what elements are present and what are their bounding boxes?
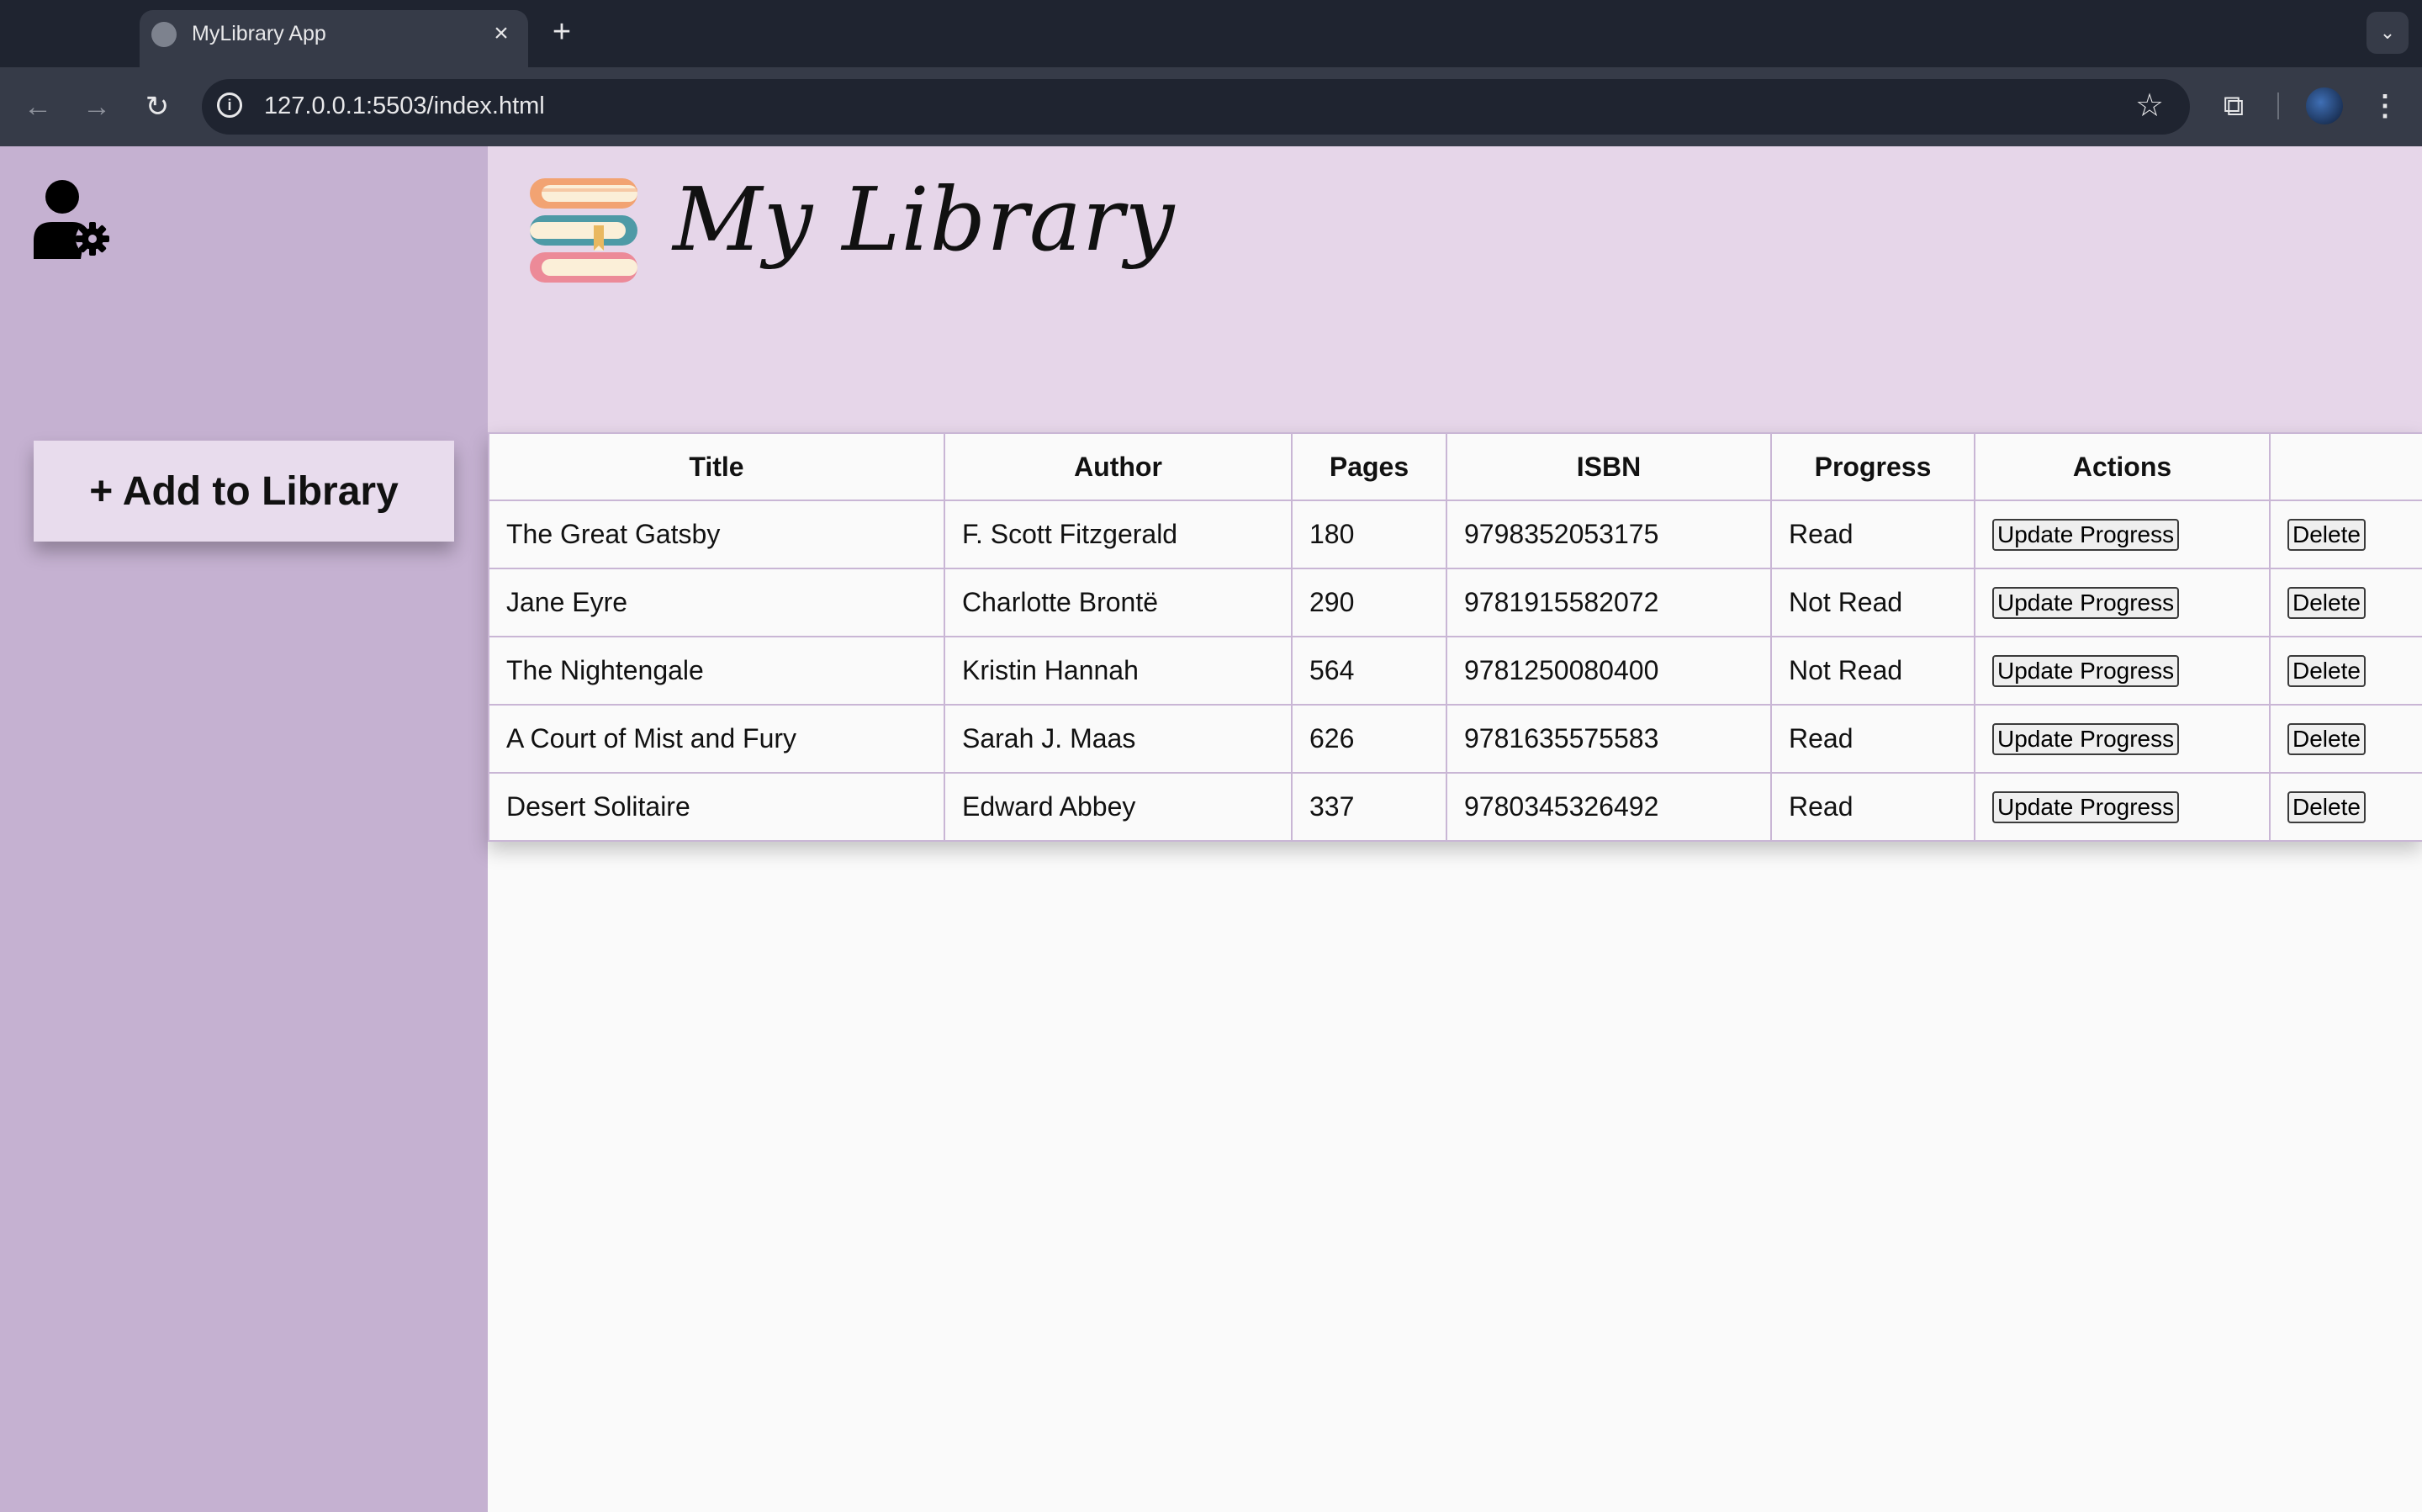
page-title: My Library <box>673 168 1176 271</box>
column-header-pages: Pages <box>1291 432 1447 501</box>
column-header-progress: Progress <box>1770 432 1975 501</box>
column-header-isbn: ISBN <box>1446 432 1772 501</box>
table-header-row: Title Author Pages ISBN Progress Actions <box>488 432 2422 501</box>
book-pages: 564 <box>1291 636 1447 706</box>
delete-cell: Delete <box>2269 636 2422 706</box>
book-title: The Nightengale <box>488 636 945 706</box>
column-header-delete <box>2269 432 2422 501</box>
book-author: F. Scott Fitzgerald <box>944 500 1293 569</box>
book-progress: Read <box>1770 704 1975 774</box>
extensions-icon[interactable]: ⧉ <box>2215 87 2252 124</box>
site-info-icon[interactable]: i <box>217 93 242 118</box>
book-progress: Not Read <box>1770 636 1975 706</box>
book-title: Desert Solitaire <box>488 772 945 842</box>
reload-icon[interactable]: ↻ <box>136 86 178 128</box>
delete-button[interactable]: Delete <box>2287 723 2366 755</box>
book-pages: 180 <box>1291 500 1447 569</box>
table-row: The Great Gatsby F. Scott Fitzgerald 180… <box>488 500 2422 569</box>
column-header-author: Author <box>944 432 1293 501</box>
menu-kebab-icon[interactable]: ⋮ <box>2368 87 2402 124</box>
book-pages: 290 <box>1291 568 1447 637</box>
column-header-actions: Actions <box>1974 432 2271 501</box>
table-row: A Court of Mist and Fury Sarah J. Maas 6… <box>488 704 2422 774</box>
delete-button[interactable]: Delete <box>2287 519 2366 551</box>
table-row: Jane Eyre Charlotte Brontë 290 978191558… <box>488 568 2422 637</box>
update-progress-button[interactable]: Update Progress <box>1992 655 2180 687</box>
actions-cell: Update Progress <box>1974 704 2271 774</box>
book-isbn: 9798352053175 <box>1446 500 1772 569</box>
book-title: A Court of Mist and Fury <box>488 704 945 774</box>
book-title: Jane Eyre <box>488 568 945 637</box>
bookmark-star-icon[interactable]: ☆ <box>2131 87 2168 124</box>
actions-cell: Update Progress <box>1974 500 2271 569</box>
forward-arrow-icon[interactable]: → <box>76 86 118 128</box>
user-settings-icon[interactable] <box>30 178 114 262</box>
book-pages: 337 <box>1291 772 1447 842</box>
add-to-library-button[interactable]: + Add to Library <box>34 441 454 542</box>
book-author: Charlotte Brontë <box>944 568 1293 637</box>
sidebar <box>0 146 488 1512</box>
book-progress: Read <box>1770 772 1975 842</box>
book-isbn: 9781250080400 <box>1446 636 1772 706</box>
delete-button[interactable]: Delete <box>2287 791 2366 823</box>
profile-avatar[interactable] <box>2306 87 2343 124</box>
book-isbn: 9781915582072 <box>1446 568 1772 637</box>
library-table-container: Title Author Pages ISBN Progress Actions… <box>488 432 2422 842</box>
tab-search-dropdown-icon[interactable]: ⌄ <box>2366 12 2409 54</box>
actions-cell: Update Progress <box>1974 568 2271 637</box>
table-row: Desert Solitaire Edward Abbey 337 978034… <box>488 772 2422 842</box>
book-author: Kristin Hannah <box>944 636 1293 706</box>
update-progress-button[interactable]: Update Progress <box>1992 519 2180 551</box>
book-isbn: 9780345326492 <box>1446 772 1772 842</box>
tab-title[interactable]: MyLibrary App <box>192 20 326 47</box>
book-author: Sarah J. Maas <box>944 704 1293 774</box>
delete-cell: Delete <box>2269 704 2422 774</box>
delete-button[interactable]: Delete <box>2287 587 2366 619</box>
actions-cell: Update Progress <box>1974 772 2271 842</box>
column-header-title: Title <box>488 432 945 501</box>
actions-cell: Update Progress <box>1974 636 2271 706</box>
tab-close-icon[interactable]: × <box>488 17 515 50</box>
book-pages: 626 <box>1291 704 1447 774</box>
delete-cell: Delete <box>2269 500 2422 569</box>
delete-cell: Delete <box>2269 772 2422 842</box>
delete-button[interactable]: Delete <box>2287 655 2366 687</box>
tab-favicon-icon <box>151 22 177 47</box>
book-progress: Read <box>1770 500 1975 569</box>
update-progress-button[interactable]: Update Progress <box>1992 587 2180 619</box>
books-logo-icon <box>530 178 637 283</box>
toolbar-divider <box>2277 93 2279 119</box>
book-isbn: 9781635575583 <box>1446 704 1772 774</box>
book-title: The Great Gatsby <box>488 500 945 569</box>
url-text[interactable]: 127.0.0.1:5503/index.html <box>264 91 545 121</box>
update-progress-button[interactable]: Update Progress <box>1992 791 2180 823</box>
delete-cell: Delete <box>2269 568 2422 637</box>
book-author: Edward Abbey <box>944 772 1293 842</box>
library-table: Title Author Pages ISBN Progress Actions… <box>488 432 2422 842</box>
back-arrow-icon[interactable]: ← <box>17 86 59 128</box>
book-progress: Not Read <box>1770 568 1975 637</box>
update-progress-button[interactable]: Update Progress <box>1992 723 2180 755</box>
new-tab-icon[interactable]: + <box>545 13 579 50</box>
table-row: The Nightengale Kristin Hannah 564 97812… <box>488 636 2422 706</box>
